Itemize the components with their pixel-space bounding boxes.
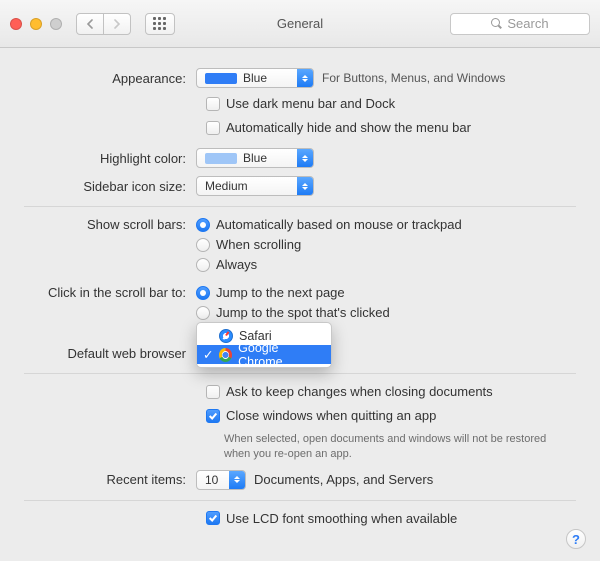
ask-keep-changes-label: Ask to keep changes when closing documen… [226,384,493,399]
checkbox-icon [206,121,220,135]
updown-icon [297,69,313,87]
dark-menubar-label: Use dark menu bar and Dock [226,96,395,111]
traffic-lights [10,18,62,30]
grid-icon [153,17,167,31]
default-browser-label: Default web browser [24,346,196,361]
minimize-window-button[interactable] [30,18,42,30]
search-field[interactable]: Search [450,13,590,35]
lcd-smoothing-label: Use LCD font smoothing when available [226,511,457,526]
click-scroll-option-spot[interactable]: Jump to the spot that's clicked [196,305,390,320]
scrollbars-label: Show scroll bars: [24,217,196,232]
updown-icon [297,149,313,167]
checkbox-icon [206,385,220,399]
autohide-menubar-checkbox[interactable]: Automatically hide and show the menu bar [206,120,471,135]
close-windows-label: Close windows when quitting an app [226,408,436,423]
help-label: ? [572,532,580,547]
recent-items-label: Recent items: [24,472,196,487]
chevron-left-icon [86,19,94,29]
chevron-right-icon [113,19,121,29]
close-windows-checkbox[interactable]: Close windows when quitting an app [206,408,436,423]
divider [24,373,576,374]
highlight-popup[interactable]: Blue [196,148,314,168]
search-placeholder: Search [507,16,548,31]
radio-icon [196,258,210,272]
click-scroll-option-nextpage[interactable]: Jump to the next page [196,285,345,300]
lcd-smoothing-checkbox[interactable]: Use LCD font smoothing when available [206,511,457,526]
radio-icon [196,238,210,252]
divider [24,206,576,207]
appearance-hint: For Buttons, Menus, and Windows [322,70,505,86]
close-window-button[interactable] [10,18,22,30]
click-scroll-label: Click in the scroll bar to: [24,285,196,300]
dark-menubar-checkbox[interactable]: Use dark menu bar and Dock [206,96,395,111]
browser-menu-item-chrome[interactable]: ✓ Google Chrome [197,345,331,364]
click-scroll-option-label: Jump to the next page [216,285,345,300]
scrollbars-option-label: Always [216,257,257,272]
check-icon: ✓ [203,347,213,362]
checkbox-icon [206,97,220,111]
scrollbars-option-scrolling[interactable]: When scrolling [196,237,301,252]
click-scroll-option-label: Jump to the spot that's clicked [216,305,390,320]
updown-icon [297,177,313,195]
highlight-label: Highlight color: [24,151,196,166]
checkbox-icon [206,409,220,423]
nav-buttons [76,13,131,35]
appearance-popup[interactable]: Blue [196,68,314,88]
show-all-button[interactable] [145,13,175,35]
general-pane: Appearance: Blue For Buttons, Menus, and… [0,48,600,553]
help-button[interactable]: ? [566,529,586,549]
radio-icon [196,306,210,320]
scrollbars-option-label: Automatically based on mouse or trackpad [216,217,462,232]
appearance-swatch [205,73,237,84]
zoom-window-button[interactable] [50,18,62,30]
autohide-menubar-label: Automatically hide and show the menu bar [226,120,471,135]
appearance-label: Appearance: [24,71,196,86]
chrome-icon [219,348,232,362]
back-button[interactable] [76,13,104,35]
updown-icon [229,471,245,489]
radio-icon [196,286,210,300]
ask-keep-changes-checkbox[interactable]: Ask to keep changes when closing documen… [206,384,493,399]
safari-icon [219,329,233,343]
divider [24,500,576,501]
default-browser-menu: ✓ Safari ✓ Google Chrome [196,322,332,368]
search-icon [491,18,502,29]
sidebar-size-label: Sidebar icon size: [24,179,196,194]
checkbox-icon [206,511,220,525]
scrollbars-option-label: When scrolling [216,237,301,252]
sidebar-size-popup[interactable]: Medium [196,176,314,196]
browser-menu-item-label: Google Chrome [238,341,321,369]
scrollbars-option-always[interactable]: Always [196,257,257,272]
sidebar-size-value: Medium [205,179,248,193]
highlight-value: Blue [243,151,267,165]
highlight-swatch [205,153,237,164]
appearance-value: Blue [243,71,267,85]
window-toolbar: General Search [0,0,600,48]
close-windows-hint: When selected, open documents and window… [224,432,554,462]
recent-items-popup[interactable]: 10 [196,470,246,490]
recent-items-value: 10 [205,473,218,487]
recent-items-hint: Documents, Apps, and Servers [254,472,433,487]
radio-icon [196,218,210,232]
forward-button[interactable] [103,13,131,35]
scrollbars-option-auto[interactable]: Automatically based on mouse or trackpad [196,217,462,232]
